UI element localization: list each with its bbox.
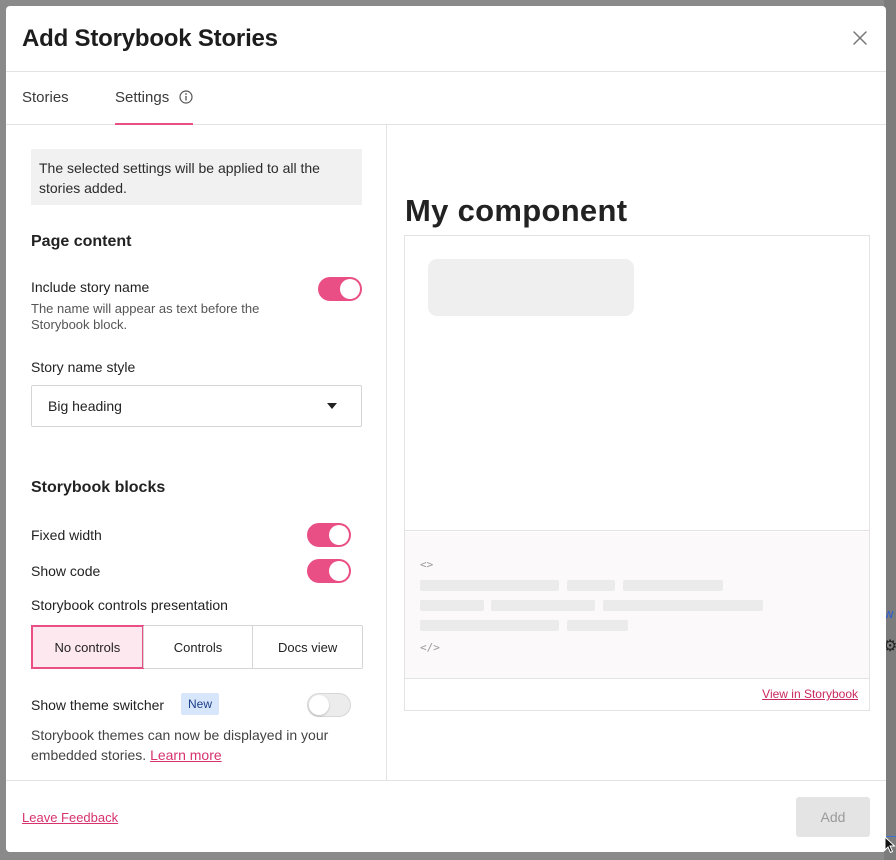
modal-footer: Leave Feedback Add	[6, 780, 886, 852]
tab-stories-label: Stories	[22, 89, 69, 106]
theme-switcher-toggle[interactable]	[307, 693, 351, 717]
show-code-toggle[interactable]	[307, 559, 351, 583]
toggle-knob	[340, 279, 360, 299]
code-skeleton-line	[567, 620, 628, 631]
settings-notice: The selected settings will be applied to…	[31, 149, 362, 205]
modal-title: Add Storybook Stories	[22, 25, 278, 52]
controls-presentation-segmented: No controls Controls Docs view	[31, 625, 363, 669]
code-skeleton-line	[623, 580, 723, 591]
toggle-knob	[309, 695, 329, 715]
include-story-name-label: Include story name	[31, 279, 150, 295]
include-story-name-hint: The name will appear as text before the …	[31, 301, 260, 332]
code-skeleton-line	[567, 580, 615, 591]
settings-panel: The selected settings will be applied to…	[6, 125, 387, 780]
code-skeleton-line	[491, 600, 595, 611]
code-skeleton-line	[420, 580, 559, 591]
code-preview: <> </>	[405, 532, 869, 679]
tab-stories[interactable]: Stories	[22, 89, 69, 106]
add-button[interactable]: Add	[796, 797, 870, 837]
show-code-label: Show code	[31, 563, 101, 579]
toggle-knob	[329, 525, 349, 545]
storybook-blocks-heading: Storybook blocks	[31, 479, 166, 496]
code-skeleton-line	[420, 600, 484, 611]
component-placeholder	[428, 259, 634, 316]
controls-option[interactable]: Controls	[142, 626, 253, 668]
fixed-width-label: Fixed width	[31, 527, 102, 543]
code-open-tag: <>	[420, 558, 434, 571]
theme-switcher-description: Storybook themes can now be displayed in…	[31, 725, 361, 765]
toggle-knob	[329, 561, 349, 581]
modal-header: Add Storybook Stories	[6, 6, 886, 72]
story-canvas	[405, 236, 869, 531]
close-button[interactable]	[852, 30, 868, 46]
fixed-width-toggle[interactable]	[307, 523, 351, 547]
story-name-style-label: Story name style	[31, 359, 136, 375]
page-content-heading: Page content	[31, 233, 132, 250]
tab-bar: Stories Settings	[6, 72, 886, 125]
docs-view-option[interactable]: Docs view	[252, 626, 362, 668]
info-icon[interactable]	[179, 90, 193, 104]
controls-presentation-label: Storybook controls presentation	[31, 597, 228, 613]
theme-switcher-label: Show theme switcher	[31, 697, 165, 713]
preview-title: My component	[405, 193, 628, 228]
include-story-name-toggle[interactable]	[318, 277, 362, 301]
learn-more-link[interactable]: Learn more	[150, 747, 222, 763]
preview-panel: My component <> </> View in Storybook	[387, 125, 886, 780]
story-name-style-select[interactable]: Big heading	[31, 385, 362, 427]
storybook-block-preview: <> </> View in Storybook	[404, 235, 870, 711]
story-name-style-value: Big heading	[48, 398, 122, 414]
view-in-storybook-link[interactable]: View in Storybook	[762, 687, 858, 701]
no-controls-option[interactable]: No controls	[31, 625, 144, 669]
tab-settings-label: Settings	[115, 89, 170, 106]
code-skeleton-line	[420, 620, 559, 631]
code-close-tag: </>	[420, 641, 440, 654]
modal-body: The selected settings will be applied to…	[6, 125, 886, 780]
add-stories-modal: Add Storybook Stories Stories Settings T…	[6, 6, 886, 852]
leave-feedback-link[interactable]: Leave Feedback	[22, 810, 118, 825]
code-skeleton-line	[603, 600, 763, 611]
mouse-cursor-icon	[884, 836, 896, 854]
chevron-down-icon	[327, 403, 337, 409]
close-icon	[853, 31, 867, 45]
tab-settings[interactable]: Settings	[115, 89, 194, 125]
new-badge: New	[181, 693, 220, 715]
